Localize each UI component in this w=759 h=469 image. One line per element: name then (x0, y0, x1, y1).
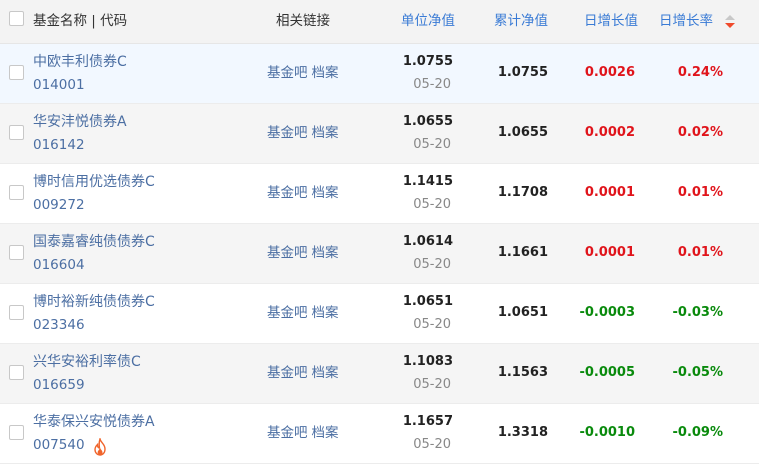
daily-change-value: -0.0010 (579, 425, 635, 440)
accum-nav-value: 1.0651 (497, 305, 548, 320)
fund-code-link[interactable]: 016142 (33, 136, 85, 154)
fund-name-link[interactable]: 博时裕新纯债债券C (33, 293, 155, 311)
daily-change-rate: -0.09% (672, 425, 724, 440)
unit-nav-value: 1.1083 (402, 354, 453, 369)
fund-bar-link[interactable]: 基金吧 (267, 305, 308, 321)
related-links: 基金吧 档案 (267, 164, 339, 224)
fund-code-link[interactable]: 009272 (33, 196, 85, 214)
fund-bar-link[interactable]: 基金吧 (267, 125, 308, 141)
unit-nav-value: 1.1415 (402, 174, 453, 189)
daily-change-value: -0.0003 (579, 305, 635, 320)
daily-change-value: 0.0001 (584, 185, 635, 200)
table-row: 华安沣悦债券A 016142 基金吧 档案 1.0655 05-20 1.0655… (0, 104, 759, 164)
fund-name-link[interactable]: 华泰保兴安悦债券A (33, 413, 155, 431)
table-row: 兴华安裕利率债C 016659 基金吧 档案 1.1083 05-20 1.156… (0, 344, 759, 404)
header-daily-change-rate[interactable]: 日增长率 (659, 0, 713, 44)
fund-code-link[interactable]: 016604 (33, 256, 85, 274)
fund-profile-link[interactable]: 档案 (312, 185, 339, 201)
accum-nav-value: 1.1563 (497, 365, 548, 380)
fund-profile-link[interactable]: 档案 (312, 245, 339, 261)
accum-nav-value: 1.1708 (497, 185, 548, 200)
related-links: 基金吧 档案 (267, 344, 339, 404)
select-all-checkbox[interactable] (9, 11, 24, 26)
fund-bar-link[interactable]: 基金吧 (267, 425, 308, 441)
unit-nav-value: 1.0651 (402, 294, 453, 309)
table-row: 国泰嘉睿纯债债券C 016604 基金吧 档案 1.0614 05-20 1.16… (0, 224, 759, 284)
fund-nav-table: 基金名称 | 代码 相关链接 单位净值 累计净值 日增长值 日增长率 中欧丰利债… (0, 0, 759, 464)
daily-change-rate: 0.01% (677, 185, 723, 200)
fund-bar-link[interactable]: 基金吧 (267, 65, 308, 81)
table-row: 中欧丰利债券C 014001 基金吧 档案 1.0755 05-20 1.0755… (0, 44, 759, 104)
table-body: 中欧丰利债券C 014001 基金吧 档案 1.0755 05-20 1.0755… (0, 44, 759, 464)
row-checkbox[interactable] (9, 185, 24, 200)
nav-date: 05-20 (413, 317, 451, 332)
fund-bar-link[interactable]: 基金吧 (267, 365, 308, 381)
daily-change-value: 0.0002 (584, 125, 635, 140)
table-row: 博时裕新纯债债券C 023346 基金吧 档案 1.0651 05-20 1.06… (0, 284, 759, 344)
fund-profile-link[interactable]: 档案 (312, 365, 339, 381)
row-checkbox[interactable] (9, 305, 24, 320)
nav-date: 05-20 (413, 257, 451, 272)
header-accum-nav[interactable]: 累计净值 (494, 0, 548, 44)
header-name-code: 基金名称 | 代码 (33, 13, 128, 29)
fund-code-link[interactable]: 023346 (33, 316, 85, 334)
nav-date: 05-20 (413, 197, 451, 212)
fund-profile-link[interactable]: 档案 (312, 425, 339, 441)
fund-bar-link[interactable]: 基金吧 (267, 245, 308, 261)
fund-name-link[interactable]: 博时信用优选债券C (33, 173, 155, 191)
related-links: 基金吧 档案 (267, 44, 339, 104)
daily-change-rate: 0.02% (677, 125, 723, 140)
unit-nav-value: 1.0614 (402, 234, 453, 249)
row-checkbox[interactable] (9, 125, 24, 140)
related-links: 基金吧 档案 (267, 104, 339, 164)
accum-nav-value: 1.1661 (497, 245, 548, 260)
table-row: 华泰保兴安悦债券A 007540 基金吧 档案 1.1657 05-20 1.33… (0, 404, 759, 464)
daily-change-value: 0.0001 (584, 245, 635, 260)
fund-profile-link[interactable]: 档案 (312, 65, 339, 81)
row-checkbox[interactable] (9, 65, 24, 80)
row-checkbox[interactable] (9, 365, 24, 380)
daily-change-rate: 0.24% (677, 65, 723, 80)
daily-change-rate: 0.01% (677, 245, 723, 260)
accum-nav-value: 1.0755 (497, 65, 548, 80)
nav-date: 05-20 (413, 377, 451, 392)
daily-change-value: 0.0026 (584, 65, 635, 80)
fund-profile-link[interactable]: 档案 (312, 305, 339, 321)
header-links: 相关链接 (276, 13, 330, 29)
unit-nav-value: 1.1657 (402, 414, 453, 429)
daily-change-rate: -0.05% (672, 365, 724, 380)
accum-nav-value: 1.3318 (497, 425, 548, 440)
daily-change-rate: -0.03% (672, 305, 724, 320)
table-row: 博时信用优选债券C 009272 基金吧 档案 1.1415 05-20 1.17… (0, 164, 759, 224)
fund-code-link[interactable]: 007540 (33, 436, 85, 454)
nav-date: 05-20 (413, 77, 451, 92)
fund-name-link[interactable]: 兴华安裕利率债C (33, 353, 141, 371)
row-checkbox[interactable] (9, 245, 24, 260)
fund-code-link[interactable]: 016659 (33, 376, 85, 394)
fund-profile-link[interactable]: 档案 (312, 125, 339, 141)
related-links: 基金吧 档案 (267, 224, 339, 284)
unit-nav-value: 1.0755 (402, 54, 453, 69)
row-checkbox[interactable] (9, 425, 24, 440)
table-header: 基金名称 | 代码 相关链接 单位净值 累计净值 日增长值 日增长率 (0, 0, 759, 44)
related-links: 基金吧 档案 (267, 404, 339, 464)
related-links: 基金吧 档案 (267, 284, 339, 344)
header-daily-change-value[interactable]: 日增长值 (584, 0, 638, 44)
fund-name-link[interactable]: 中欧丰利债券C (33, 53, 127, 71)
header-unit-nav[interactable]: 单位净值 (401, 0, 455, 44)
accum-nav-value: 1.0655 (497, 125, 548, 140)
nav-date: 05-20 (413, 137, 451, 152)
fire-icon (94, 438, 106, 456)
fund-bar-link[interactable]: 基金吧 (267, 185, 308, 201)
fund-name-link[interactable]: 华安沣悦债券A (33, 113, 127, 131)
sort-desc-icon[interactable] (723, 13, 737, 31)
daily-change-value: -0.0005 (579, 365, 635, 380)
nav-date: 05-20 (413, 437, 451, 452)
unit-nav-value: 1.0655 (402, 114, 453, 129)
fund-name-link[interactable]: 国泰嘉睿纯债债券C (33, 233, 155, 251)
fund-code-link[interactable]: 014001 (33, 76, 85, 94)
